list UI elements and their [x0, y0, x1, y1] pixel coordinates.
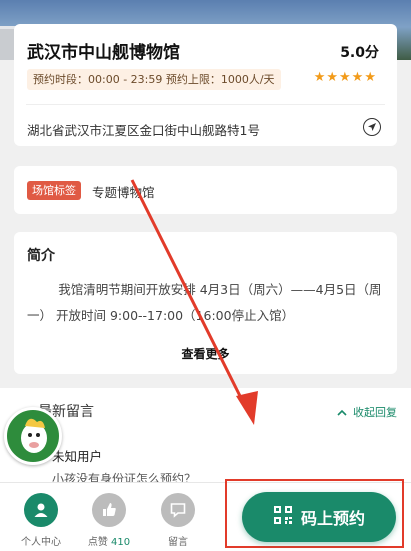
like-tab[interactable]: 点赞 410	[79, 493, 139, 548]
rating-stars: ★★★★★	[313, 70, 377, 85]
collapse-replies-label: 收起回复	[353, 406, 397, 419]
thumbs-up-icon	[92, 493, 126, 527]
venue-title: 武汉市中山舰博物馆	[27, 43, 180, 63]
comment-username: 未知用户	[52, 449, 103, 464]
divider	[26, 104, 385, 105]
reserve-button-label: 码上预约	[300, 509, 365, 528]
collapse-replies-button[interactable]: 收起回复	[337, 404, 397, 420]
message-icon	[161, 493, 195, 527]
like-count: 410	[111, 537, 131, 548]
scan-to-reserve-button[interactable]: 码上预约	[242, 492, 396, 542]
venue-type-label: 专题博物馆	[92, 185, 155, 200]
intro-title: 简介	[27, 248, 55, 264]
venue-tag-badge: 场馆标签	[27, 181, 81, 200]
like-label: 点赞	[87, 537, 108, 548]
intro-body: 我馆清明节期间开放安排 4月3日（周六）——4月5日（周一） 开放时间 9:00…	[27, 282, 382, 323]
personal-center-label: 个人中心	[21, 537, 61, 548]
booking-info-badge: 预约时段：00:00 - 23:59 预约上限：1000人/天	[27, 69, 281, 90]
user-icon	[24, 493, 58, 527]
message-tab[interactable]: 留言	[148, 493, 208, 548]
see-more-link[interactable]: 查看更多	[14, 345, 397, 362]
personal-center-tab[interactable]: 个人中心	[11, 493, 71, 548]
app-mascot-avatar[interactable]	[4, 407, 62, 465]
intro-card: 简介 我馆清明节期间开放安排 4月3日（周六）——4月5日（周一） 开放时间 9…	[14, 232, 397, 374]
venue-score: 5.0分	[340, 45, 379, 61]
venue-tags-card: 场馆标签 专题博物馆	[14, 166, 397, 214]
qr-code-icon	[273, 505, 293, 529]
venue-info-card: 武汉市中山舰博物馆 5.0分 预约时段：00:00 - 23:59 预约上限：1…	[14, 24, 397, 146]
message-label: 留言	[168, 537, 188, 548]
navigation-icon[interactable]	[363, 118, 381, 136]
venue-address: 湖北省武汉市江夏区金口街中山舰路特1号	[27, 123, 260, 138]
chevron-up-icon	[337, 406, 347, 419]
